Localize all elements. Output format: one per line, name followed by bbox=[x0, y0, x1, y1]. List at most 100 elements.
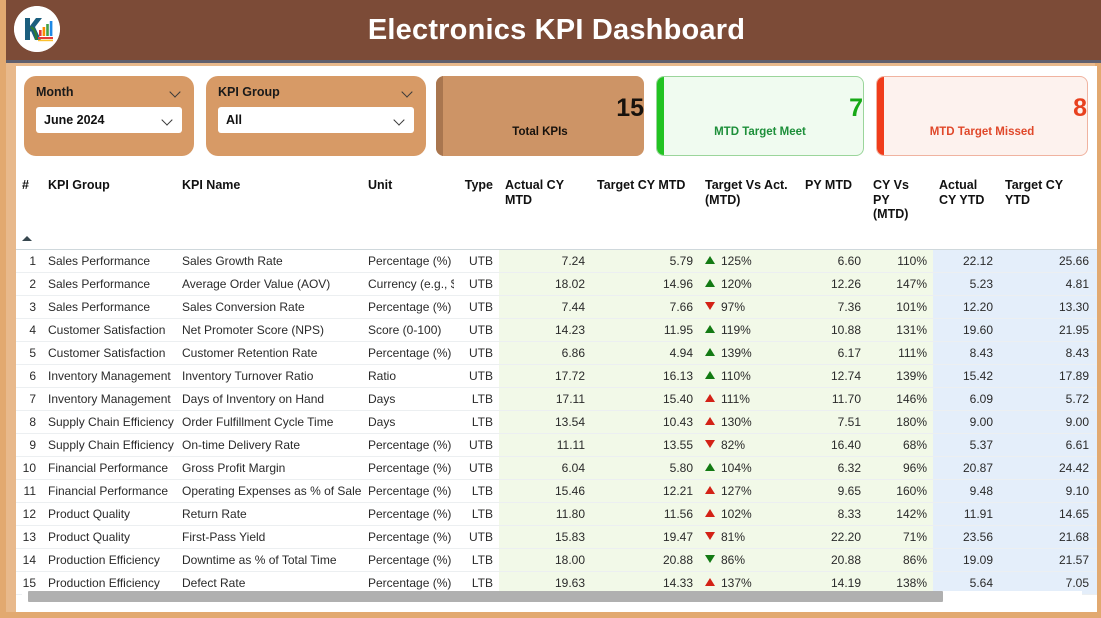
target-vs-act-value: 97% bbox=[721, 299, 746, 314]
month-slicer[interactable]: Month June 2024 bbox=[24, 76, 194, 156]
col-target-vs-act-mtd[interactable]: Target Vs Act. (MTD) bbox=[699, 170, 799, 230]
triangle-down-icon bbox=[705, 301, 715, 310]
horizontal-scrollbar[interactable] bbox=[22, 591, 1082, 602]
cell-spacer bbox=[1095, 433, 1097, 457]
cell-actual_ytd: 12.20 bbox=[933, 295, 999, 319]
cell-actual_ytd: 5.23 bbox=[933, 272, 999, 296]
mtd-target-missed-card[interactable]: 8 MTD Target Missed bbox=[876, 76, 1088, 156]
sort-cell bbox=[591, 230, 699, 250]
cell-actual_mtd: 7.24 bbox=[499, 249, 591, 273]
col-target-cy-ytd[interactable]: Target CY YTD bbox=[999, 170, 1095, 230]
table-row[interactable]: 4 Customer Satisfaction Net Promoter Score… bbox=[16, 318, 1097, 342]
table-row[interactable]: 13 Product Quality First-Pass Yield Percent… bbox=[16, 525, 1097, 549]
target-vs-act-value: 137% bbox=[721, 575, 752, 590]
cell-n: 3 bbox=[16, 295, 42, 319]
triangle-up-icon bbox=[705, 393, 715, 402]
target-vs-act-value: 111% bbox=[721, 391, 750, 406]
mtd-target-meet-card[interactable]: 7 MTD Target Meet bbox=[656, 76, 864, 156]
target-vs-act-value: 119% bbox=[721, 322, 751, 337]
cell-actual_ytd: 19.09 bbox=[933, 548, 999, 572]
rk-analytics-logo-icon bbox=[14, 6, 60, 52]
table-row[interactable]: 3 Sales Performance Sales Conversion Rate P… bbox=[16, 295, 1097, 319]
cell-target_mtd: 16.13 bbox=[591, 364, 699, 388]
table-row[interactable]: 9 Supply Chain Efficiency On-time Delivery… bbox=[16, 433, 1097, 457]
table-row[interactable]: 7 Inventory Management Days of Inventory o… bbox=[16, 387, 1097, 411]
cell-spacer bbox=[1095, 571, 1097, 595]
cell-target-vs-act: 111% bbox=[699, 387, 799, 411]
cell-actual_ytd: 11.91 bbox=[933, 502, 999, 526]
col-kpi-name[interactable]: KPI Name bbox=[176, 170, 362, 230]
cell-type: LTB bbox=[454, 548, 499, 572]
kpi-group-slicer[interactable]: KPI Group All bbox=[206, 76, 426, 156]
month-select[interactable]: June 2024 bbox=[36, 107, 182, 133]
chevron-down-icon[interactable] bbox=[394, 116, 406, 124]
target-vs-act-value: 81% bbox=[721, 529, 746, 544]
page-title: Electronics KPI Dashboard bbox=[367, 14, 746, 46]
table-row[interactable]: 1 Sales Performance Sales Growth Rate Perce… bbox=[16, 249, 1097, 273]
sort-cell bbox=[933, 230, 999, 250]
cell-cy_vs_py: 146% bbox=[867, 387, 933, 411]
sort-cell bbox=[362, 230, 454, 250]
cell-type: UTB bbox=[454, 318, 499, 342]
col-actual-cy-mtd[interactable]: Actual CY MTD bbox=[499, 170, 591, 230]
col-type[interactable]: Type bbox=[454, 170, 499, 230]
cell-unit: Days bbox=[362, 387, 454, 411]
cell-unit: Percentage (%) bbox=[362, 456, 454, 480]
cell-py_mtd: 10.88 bbox=[799, 318, 867, 342]
cell-name: Sales Growth Rate bbox=[176, 249, 362, 273]
col-actual-cy-ytd[interactable]: Actual CY YTD bbox=[933, 170, 999, 230]
cell-cy_vs_py: 68% bbox=[867, 433, 933, 457]
table-row[interactable]: 2 Sales Performance Average Order Value (A… bbox=[16, 272, 1097, 296]
table-row[interactable]: 6 Inventory Management Inventory Turnover … bbox=[16, 364, 1097, 388]
cell-spacer bbox=[1095, 364, 1097, 388]
cell-type: UTB bbox=[454, 456, 499, 480]
cell-unit: Days bbox=[362, 410, 454, 434]
target-vs-act-value: 130% bbox=[721, 414, 752, 429]
col-cy-vs-py-mtd[interactable]: CY Vs PY (MTD) bbox=[867, 170, 933, 230]
table-row[interactable]: 5 Customer Satisfaction Customer Retention… bbox=[16, 341, 1097, 365]
month-select-value: June 2024 bbox=[44, 113, 105, 127]
table-row[interactable]: 10 Financial Performance Gross Profit Marg… bbox=[16, 456, 1097, 480]
cell-group: Sales Performance bbox=[42, 295, 176, 319]
target-vs-act-value: 104% bbox=[721, 460, 752, 475]
cell-n: 7 bbox=[16, 387, 42, 411]
total-kpis-card[interactable]: 15 Total KPIs bbox=[436, 76, 644, 156]
cell-target_ytd: 9.10 bbox=[999, 479, 1095, 503]
cell-target_mtd: 10.43 bbox=[591, 410, 699, 434]
cell-py_mtd: 12.26 bbox=[799, 272, 867, 296]
col-target-cy-mtd[interactable]: Target CY MTD bbox=[591, 170, 699, 230]
col-unit[interactable]: Unit bbox=[362, 170, 454, 230]
table-row[interactable]: 11 Financial Performance Operating Expense… bbox=[16, 479, 1097, 503]
cell-name: Order Fulfillment Cycle Time bbox=[176, 410, 362, 434]
cell-n: 5 bbox=[16, 341, 42, 365]
table-row[interactable]: 12 Product Quality Return Rate Percentage (… bbox=[16, 502, 1097, 526]
kpi-group-select[interactable]: All bbox=[218, 107, 414, 133]
cell-cy_vs_py: 147% bbox=[867, 272, 933, 296]
cell-actual_mtd: 15.83 bbox=[499, 525, 591, 549]
cell-type: UTB bbox=[454, 341, 499, 365]
scrollbar-thumb[interactable] bbox=[28, 591, 943, 602]
col-index[interactable]: # bbox=[16, 170, 42, 230]
cell-target_mtd: 15.40 bbox=[591, 387, 699, 411]
col-kpi-group[interactable]: KPI Group bbox=[42, 170, 176, 230]
cell-group: Customer Satisfaction bbox=[42, 318, 176, 342]
cell-actual_ytd: 19.60 bbox=[933, 318, 999, 342]
dashboard-page: Electronics KPI Dashboard Month June 202… bbox=[0, 0, 1101, 618]
chevron-down-icon[interactable] bbox=[402, 88, 414, 96]
cell-unit: Currency (e.g., $) bbox=[362, 272, 454, 296]
cell-spacer bbox=[1095, 272, 1097, 296]
cell-actual_mtd: 18.00 bbox=[499, 548, 591, 572]
triangle-up-icon bbox=[705, 485, 715, 494]
cell-spacer bbox=[1095, 502, 1097, 526]
triangle-up-icon bbox=[705, 416, 715, 425]
chevron-down-icon[interactable] bbox=[162, 116, 174, 124]
table-row[interactable]: 8 Supply Chain Efficiency Order Fulfillmen… bbox=[16, 410, 1097, 434]
chevron-down-icon[interactable] bbox=[170, 88, 182, 96]
table-row[interactable]: 14 Production Efficiency Downtime as % of … bbox=[16, 548, 1097, 572]
sort-ascending-icon[interactable] bbox=[16, 230, 42, 250]
col-py-mtd[interactable]: PY MTD bbox=[799, 170, 867, 230]
cell-target_mtd: 20.88 bbox=[591, 548, 699, 572]
cell-py_mtd: 6.60 bbox=[799, 249, 867, 273]
cell-cy_vs_py: 110% bbox=[867, 249, 933, 273]
total-kpis-label: Total KPIs bbox=[512, 125, 568, 138]
